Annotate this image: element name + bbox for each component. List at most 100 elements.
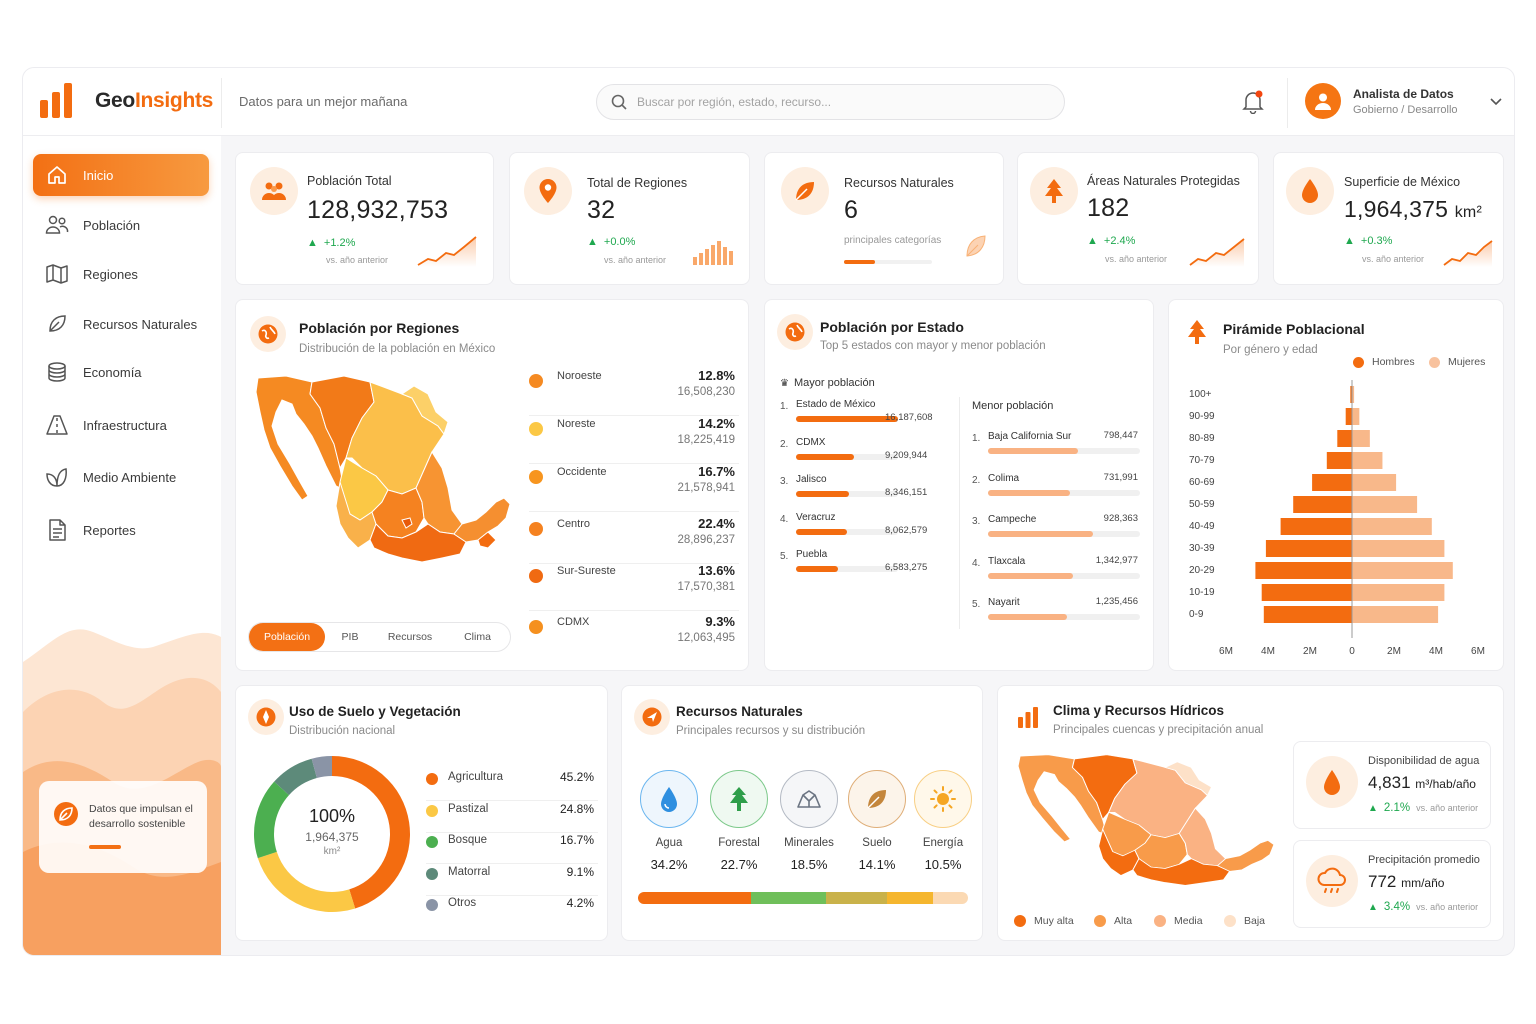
search-input[interactable] <box>637 95 1017 109</box>
pyramid-bar-hombres[interactable] <box>1280 518 1352 535</box>
logo[interactable]: GeoInsights <box>39 82 213 120</box>
trend-sparkline <box>417 236 477 267</box>
state-row[interactable]: 1. Baja California Sur 798,447 <box>972 429 1142 465</box>
resource-agua[interactable]: Agua 34.2% <box>636 770 702 872</box>
mexico-precipitation-map[interactable] <box>1014 752 1278 912</box>
sidebar-item-recursos-naturales[interactable]: Recursos Naturales <box>33 303 209 345</box>
region-population: 18,225,419 <box>677 434 735 446</box>
state-row[interactable]: 2. CDMX 9,209,944 <box>780 435 950 471</box>
kpi-card-areas[interactable]: Áreas Naturales Protegidas 182 ▲ +2.4% vs… <box>1017 152 1259 285</box>
state-row[interactable]: 5. Nayarit 1,235,456 <box>972 595 1142 631</box>
pyramid-bar-hombres[interactable] <box>1255 562 1352 579</box>
tab-pib[interactable]: PIB <box>325 623 375 651</box>
pyramid-bar-hombres[interactable] <box>1265 540 1352 557</box>
region-row[interactable]: CDMX 9.3% 12,063,495 <box>529 614 739 662</box>
land-use-row[interactable]: Bosque 16.7% <box>426 832 598 864</box>
dashboard-window: GeoInsights Datos para un mejor mañana A… <box>22 67 1515 956</box>
pyramid-bar-hombres[interactable] <box>1312 474 1352 491</box>
sidebar-item-infraestructura[interactable]: Infraestructura <box>33 404 209 446</box>
trend-sparkline <box>1189 238 1245 267</box>
pyramid-bar-hombres[interactable] <box>1263 606 1352 623</box>
pyramid-bar-mujeres[interactable] <box>1352 584 1445 601</box>
state-row[interactable]: 4. Tlaxcala 1,342,977 <box>972 554 1142 590</box>
mexico-map-regions[interactable] <box>252 372 514 600</box>
kpi-card-regiones[interactable]: Total de Regiones 32 ▲ +0.0% vs. año ante… <box>509 152 750 285</box>
chevron-down-icon[interactable] <box>1490 98 1502 106</box>
pyramid-bar-mujeres[interactable] <box>1352 430 1370 447</box>
land-use-row[interactable]: Otros 4.2% <box>426 895 598 927</box>
population-pyramid-chart[interactable]: 100+ 90-99 80-89 70-79 60-69 50-59 40-49 30-39 2… <box>1169 380 1504 670</box>
globe-icon <box>250 316 286 352</box>
kpi-label: Superficie de México <box>1344 175 1461 189</box>
pyramid-bar-hombres[interactable] <box>1293 496 1352 513</box>
region-row[interactable]: Centro 22.4% 28,896,237 <box>529 516 739 564</box>
sidebar-item-inicio[interactable]: Inicio <box>33 154 209 196</box>
donut-slice-pastizal[interactable] <box>257 851 356 912</box>
region-name: CDMX <box>557 616 590 628</box>
region-row[interactable]: Occidente 16.7% 21,578,941 <box>529 464 739 512</box>
resource-suelo[interactable]: Suelo 14.1% <box>844 770 910 872</box>
home-icon <box>45 163 69 187</box>
land-use-row[interactable]: Pastizal 24.8% <box>426 801 598 833</box>
land-use-row[interactable]: Agricultura 45.2% <box>426 769 598 801</box>
water-note: vs. año anterior <box>1416 803 1479 813</box>
tab-clima[interactable]: Clima <box>445 623 510 651</box>
sidebar-item-poblacion[interactable]: Población <box>33 204 209 246</box>
card-piramide: Pirámide Poblacional Por género y edad H… <box>1168 299 1504 671</box>
region-row[interactable]: Noroeste 12.8% 16,508,230 <box>529 368 739 416</box>
water-availability-card[interactable]: Disponibilidad de agua 4,831 m³/hab/año … <box>1293 741 1491 829</box>
pyramid-bar-hombres[interactable] <box>1326 452 1352 469</box>
pyramid-bar-mujeres[interactable] <box>1352 606 1439 623</box>
resource-forestal[interactable]: Forestal 22.7% <box>706 770 772 872</box>
kpi-value: 32 <box>587 196 616 224</box>
card-poblacion-estado: Población por Estado Top 5 estados con m… <box>764 299 1154 671</box>
search-box[interactable] <box>596 84 1065 120</box>
notifications-button[interactable] <box>1242 90 1264 119</box>
pyramid-bar-hombres[interactable] <box>1345 408 1352 425</box>
tab-recursos[interactable]: Recursos <box>375 623 445 651</box>
state-name: Campeche <box>988 514 1037 525</box>
pyramid-bar-mujeres[interactable] <box>1352 518 1432 535</box>
precipitation-card[interactable]: Precipitación promedio 772 mm/año ▲ 3.4% v… <box>1293 840 1491 928</box>
land-use-list: Agricultura 45.2% Pastizal 24.8% Bosque 16.7%… <box>426 769 598 929</box>
pyramid-bar-mujeres[interactable] <box>1352 408 1360 425</box>
tab-poblacion[interactable]: Población <box>249 623 325 651</box>
state-row[interactable]: 3. Campeche 928,363 <box>972 512 1142 548</box>
pyramid-bar-hombres[interactable] <box>1261 584 1352 601</box>
region-name: Centro <box>557 518 591 530</box>
region-row[interactable]: Noreste 14.2% 18,225,419 <box>529 416 739 464</box>
sidebar-item-reportes[interactable]: Reportes <box>33 509 209 551</box>
pyramid-bar-mujeres[interactable] <box>1352 562 1453 579</box>
pyramid-bar-hombres[interactable] <box>1337 430 1352 447</box>
resource-energia[interactable]: Energía 10.5% <box>910 770 976 872</box>
pyramid-bar-mujeres[interactable] <box>1352 496 1418 513</box>
user-menu[interactable]: Analista de Datos Gobierno / Desarrollo <box>1305 83 1458 119</box>
kpi-unit: km² <box>1454 204 1482 221</box>
sidebar-item-economia[interactable]: Economía <box>33 351 209 393</box>
state-row[interactable]: 5. Puebla 6,583,275 <box>780 547 950 583</box>
state-row[interactable]: 3. Jalisco 8,346,151 <box>780 472 950 508</box>
age-label: 50-59 <box>1189 499 1215 510</box>
up-arrow-icon: ▲ <box>307 237 318 249</box>
resource-pct: 34.2% <box>650 857 688 872</box>
drop-icon <box>1286 167 1334 215</box>
menor-list: 1. Baja California Sur 798,447 2. Colima 731,… <box>972 429 1142 629</box>
resource-minerales[interactable]: Minerales 18.5% <box>776 770 842 872</box>
sidebar-item-medio-ambiente[interactable]: Medio Ambiente <box>33 456 209 498</box>
pyramid-bar-mujeres[interactable] <box>1352 474 1397 491</box>
kpi-note: principales categorías <box>844 235 942 246</box>
land-use-swatch <box>426 899 438 911</box>
state-row[interactable]: 2. Colima 731,991 <box>972 471 1142 507</box>
minerals-icon <box>780 770 838 828</box>
kpi-card-recursos[interactable]: Recursos Naturales 6 principales categor… <box>764 152 1004 285</box>
sidebar-item-regiones[interactable]: Regiones <box>33 253 209 295</box>
region-row[interactable]: Sur-Sureste 13.6% 17,570,381 <box>529 563 739 611</box>
state-row[interactable]: 1. Estado de México 16,187,608 <box>780 397 950 433</box>
pyramid-bar-mujeres[interactable] <box>1352 540 1445 557</box>
pyramid-bar-mujeres[interactable] <box>1352 452 1383 469</box>
kpi-card-poblacion[interactable]: Población Total 128,932,753 ▲ +1.2% vs. a… <box>235 152 494 285</box>
kpi-card-superficie[interactable]: Superficie de México 1,964,375 km² ▲ +0.3… <box>1273 152 1504 285</box>
land-use-row[interactable]: Matorral 9.1% <box>426 864 598 896</box>
state-row[interactable]: 4. Veracruz 8,062,579 <box>780 510 950 546</box>
age-label: 40-49 <box>1189 521 1215 532</box>
